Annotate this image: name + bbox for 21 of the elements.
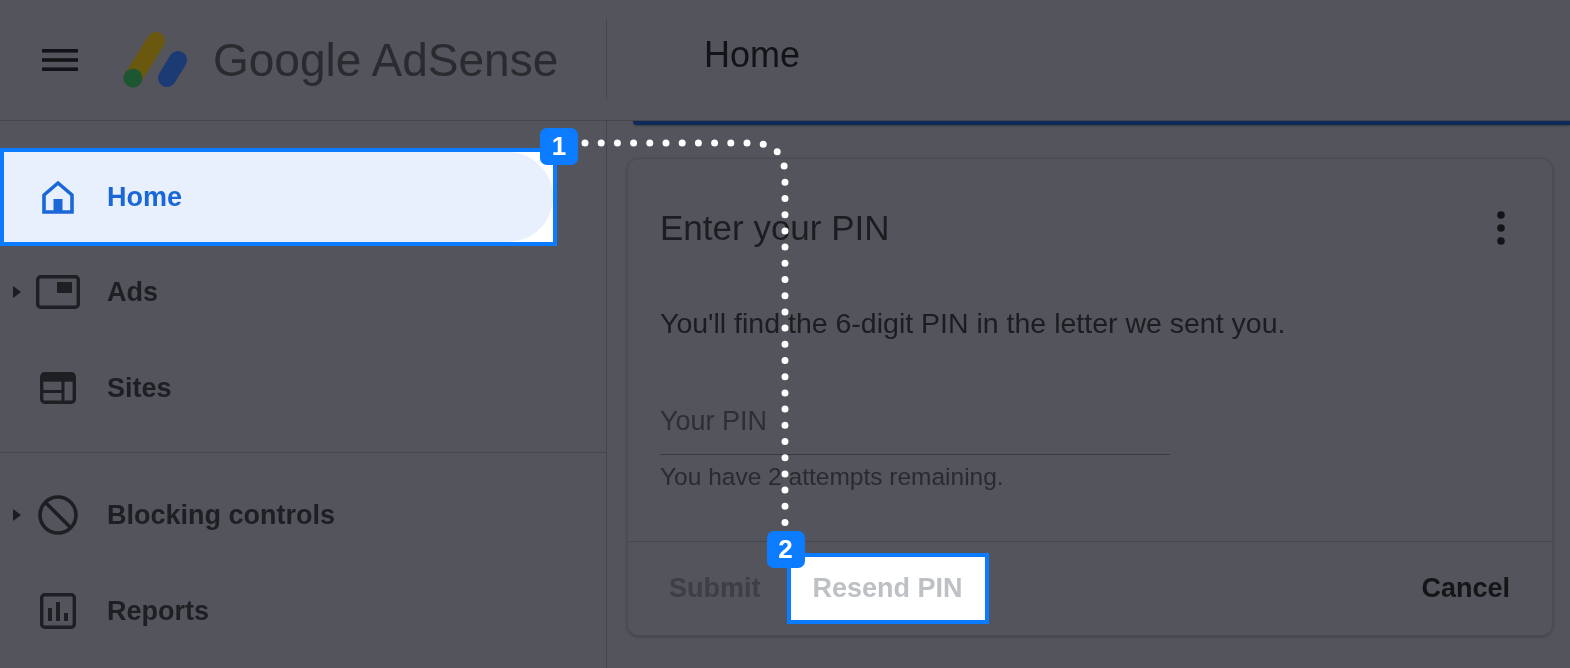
more-options-icon[interactable] xyxy=(1497,211,1505,245)
card-description: You'll find the 6-digit PIN in the letter we sent you. xyxy=(660,308,1287,338)
block-icon xyxy=(38,495,78,535)
menu-icon[interactable] xyxy=(42,49,78,71)
step-badge: 2 xyxy=(766,531,805,568)
card-button[interactable]: Cancel xyxy=(1405,560,1526,617)
ad-frame-icon xyxy=(36,275,80,309)
sidebar-item[interactable]: Home xyxy=(4,152,553,242)
step-badge: 1 xyxy=(540,128,578,165)
sidebar-item[interactable]: Reports xyxy=(0,563,606,659)
layout-icon xyxy=(40,372,76,404)
card-title: Enter your PIN xyxy=(660,208,890,248)
sidebar-item[interactable]: Ads xyxy=(0,244,606,340)
bar-chart-icon xyxy=(40,593,76,629)
sidebar-item[interactable]: Sites xyxy=(0,340,606,436)
home-icon xyxy=(40,179,76,215)
logo-icon xyxy=(122,31,188,89)
caret-icon[interactable] xyxy=(13,509,21,521)
page-title: Home xyxy=(704,33,801,77)
caret-icon[interactable] xyxy=(13,286,21,298)
sidebar-item[interactable]: Blocking controls xyxy=(0,467,606,563)
